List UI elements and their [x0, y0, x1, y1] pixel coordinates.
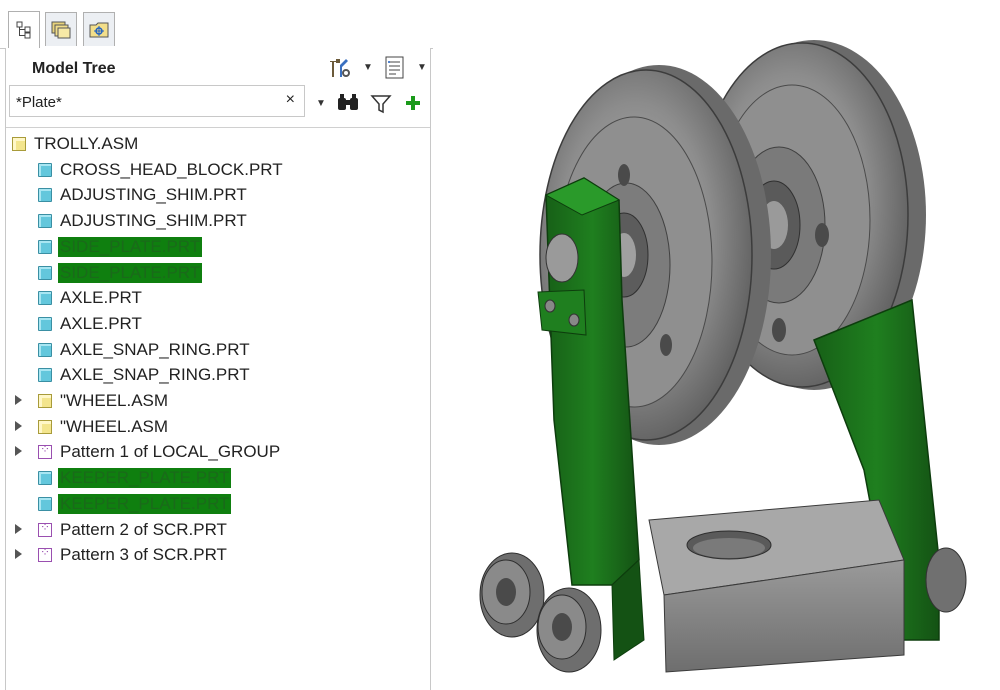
model-tree-tab-icon [16, 21, 31, 39]
tree-item-label: "WHEEL.ASM [60, 416, 169, 436]
tree-item-label: Pattern 2 of SCR.PRT [60, 519, 227, 539]
tree-item[interactable]: "WHEEL.ASM [15, 389, 169, 413]
part-icon [38, 342, 52, 357]
tree-item-label: TROLLY.ASM [34, 134, 139, 153]
expand-arrow-icon[interactable] [15, 446, 22, 457]
castle-nut-1[interactable] [479, 552, 545, 638]
trolley-3d-model[interactable] [434, 0, 1000, 690]
left-panel: Model Tree ▼ ▼ × ▼ [0, 0, 433, 690]
pattern-icon [38, 545, 52, 563]
search-input[interactable] [16, 92, 266, 112]
add-plus-icon[interactable] [404, 94, 422, 117]
assembly-icon [12, 137, 26, 151]
tree-item[interactable]: SIDE_PLATE.PRT [38, 235, 203, 259]
show-list-icon[interactable] [383, 55, 407, 86]
tree-item-label: CROSS_HEAD_BLOCK.PRT [60, 159, 283, 179]
clear-icon[interactable]: × [286, 91, 295, 109]
tree-item-label: SIDE_PLATE.PRT [58, 236, 203, 257]
folder-browser-tab-icon [51, 21, 71, 38]
tree-root[interactable]: TROLLY.ASM [12, 132, 138, 156]
tree-item-label: AXLE.PRT [60, 313, 142, 333]
assembly-icon [38, 419, 52, 434]
axle-snap-ring[interactable] [545, 233, 579, 283]
tab-favorites[interactable] [83, 12, 115, 46]
tree-item-label: ADJUSTING_SHIM.PRT [60, 185, 247, 205]
tree-item[interactable]: Pattern 1 of LOCAL_GROUP [15, 440, 281, 464]
tree-item[interactable]: ADJUSTING_SHIM.PRT [38, 183, 247, 207]
part-icon [38, 316, 52, 331]
tree-item[interactable]: Pattern 2 of SCR.PRT [15, 518, 227, 542]
expand-arrow-icon[interactable] [15, 549, 22, 560]
settings-tools-icon[interactable] [326, 55, 352, 86]
divider [6, 127, 430, 128]
tree-item-label: KEEPER_PLATE.PRT [58, 493, 232, 514]
screw-head [544, 299, 556, 313]
search-field[interactable]: × [9, 85, 305, 117]
part-icon [38, 291, 52, 306]
axle-end-right[interactable] [925, 547, 967, 613]
tree-item-label: "WHEEL.ASM [60, 391, 169, 410]
pattern-icon [38, 442, 52, 460]
tab-model-tree[interactable] [8, 11, 40, 48]
tree-item-label: AXLE.PRT [60, 288, 142, 308]
keeper-plate[interactable] [537, 289, 587, 336]
expand-arrow-icon[interactable] [15, 523, 22, 534]
part-icon [38, 368, 52, 383]
tab-folder-browser[interactable] [45, 12, 77, 46]
cross-head-block[interactable] [648, 499, 905, 673]
model-tree-panel: Model Tree ▼ ▼ × ▼ [5, 48, 431, 690]
tree-item-label: Pattern 3 of SCR.PRT [60, 545, 227, 565]
part-icon [38, 265, 52, 280]
favorites-tab-icon [89, 22, 109, 37]
navigator-tabs [0, 0, 433, 49]
find-binoculars-icon[interactable] [336, 92, 360, 119]
tree-item[interactable]: ADJUSTING_SHIM.PRT [38, 209, 247, 233]
tree-item[interactable]: AXLE.PRT [38, 286, 142, 310]
part-icon [38, 162, 52, 177]
filter-funnel-icon[interactable] [370, 93, 392, 120]
chevron-down-icon[interactable]: ▼ [363, 62, 373, 73]
tree-item[interactable]: AXLE_SNAP_RING.PRT [38, 363, 250, 387]
part-icon [38, 471, 52, 486]
assembly-icon [38, 394, 52, 408]
tree-item-label: SIDE_PLATE.PRT [58, 262, 203, 283]
tree-item[interactable]: KEEPER_PLATE.PRT [38, 466, 232, 490]
panel-title: Model Tree [32, 60, 116, 77]
tree-item-label: AXLE_SNAP_RING.PRT [60, 365, 250, 385]
chevron-down-icon[interactable]: ▼ [417, 62, 427, 73]
tree-item[interactable]: SIDE_PLATE.PRT [38, 261, 203, 285]
tree-item[interactable]: KEEPER_PLATE.PRT [38, 492, 232, 516]
pattern-icon [38, 520, 52, 537]
screw-head [568, 313, 580, 327]
tree-item-label: AXLE_SNAP_RING.PRT [60, 339, 250, 359]
graphics-viewport[interactable] [434, 0, 1000, 690]
tree-item[interactable]: "WHEEL.ASM [15, 415, 169, 439]
tree-item-label: KEEPER_PLATE.PRT [58, 468, 232, 489]
part-icon [38, 188, 52, 203]
tree-item-label: Pattern 1 of LOCAL_GROUP [60, 442, 281, 462]
part-icon [38, 214, 52, 229]
expand-arrow-icon[interactable] [15, 395, 22, 405]
tree-item-label: ADJUSTING_SHIM.PRT [60, 211, 247, 231]
tree-item[interactable]: AXLE_SNAP_RING.PRT [38, 338, 250, 362]
castle-nut-2[interactable] [536, 587, 602, 673]
expand-arrow-icon[interactable] [15, 420, 22, 431]
part-icon [38, 496, 52, 511]
tree-item[interactable]: AXLE.PRT [38, 312, 142, 336]
part-icon [38, 239, 52, 254]
tree-item[interactable]: Pattern 3 of SCR.PRT [15, 543, 227, 567]
tree-item[interactable]: CROSS_HEAD_BLOCK.PRT [38, 158, 283, 182]
chevron-down-icon[interactable]: ▼ [316, 98, 326, 109]
